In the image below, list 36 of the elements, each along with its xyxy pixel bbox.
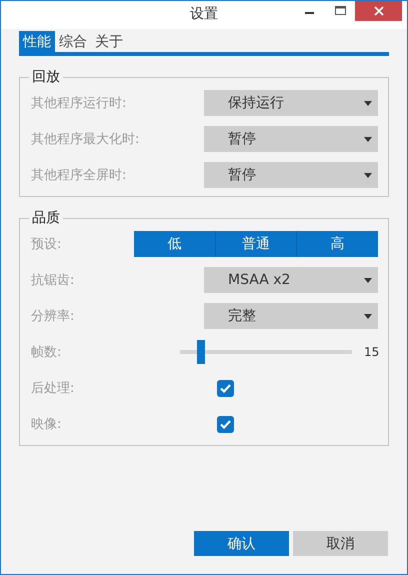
cancel-button[interactable]: 取消 xyxy=(293,531,388,556)
checkbox[interactable] xyxy=(217,416,234,432)
dropdown[interactable]: 完整 xyxy=(204,303,378,329)
group-title: 品质 xyxy=(31,209,61,227)
setting-label: 映像: xyxy=(31,416,62,433)
setting-label: 分辨率: xyxy=(31,308,76,325)
setting-label: 抗锯齿: xyxy=(31,272,76,289)
setting-label: 其他程序运行时: xyxy=(31,95,128,112)
tab[interactable]: 性能 xyxy=(19,31,55,52)
close-button[interactable] xyxy=(355,1,402,21)
tab[interactable]: 综合 xyxy=(55,31,91,52)
caret-icon xyxy=(364,314,372,318)
dropdown[interactable]: MSAA x2 xyxy=(204,267,378,293)
check-icon xyxy=(220,384,231,392)
dropdown[interactable]: 暂停 xyxy=(204,126,378,152)
setting-label: 帧数: xyxy=(31,344,62,361)
tab[interactable]: 关于 xyxy=(91,31,127,52)
confirm-button[interactable]: 确认 xyxy=(194,531,289,556)
dropdown[interactable]: 暂停 xyxy=(204,162,378,188)
caret-icon xyxy=(364,172,372,178)
window-title: 设置 xyxy=(190,5,218,23)
setting-label: 后处理: xyxy=(31,380,76,397)
checkbox[interactable] xyxy=(217,380,234,396)
setting-label: 预设: xyxy=(31,236,62,253)
setting-label: 其他程序全屏时: xyxy=(31,167,128,184)
group-title: 回放 xyxy=(31,68,61,86)
dropdown[interactable]: 保持运行 xyxy=(204,90,378,116)
maximize-icon xyxy=(334,6,346,16)
slider-thumb[interactable] xyxy=(196,340,205,364)
close-icon xyxy=(374,6,384,16)
caret-icon xyxy=(364,100,372,106)
slider-value: 15 xyxy=(364,345,378,359)
setting-label: 其他程序最大化时: xyxy=(31,131,140,148)
caret-icon xyxy=(364,136,372,142)
caret-icon xyxy=(364,278,372,282)
check-icon xyxy=(220,420,231,428)
